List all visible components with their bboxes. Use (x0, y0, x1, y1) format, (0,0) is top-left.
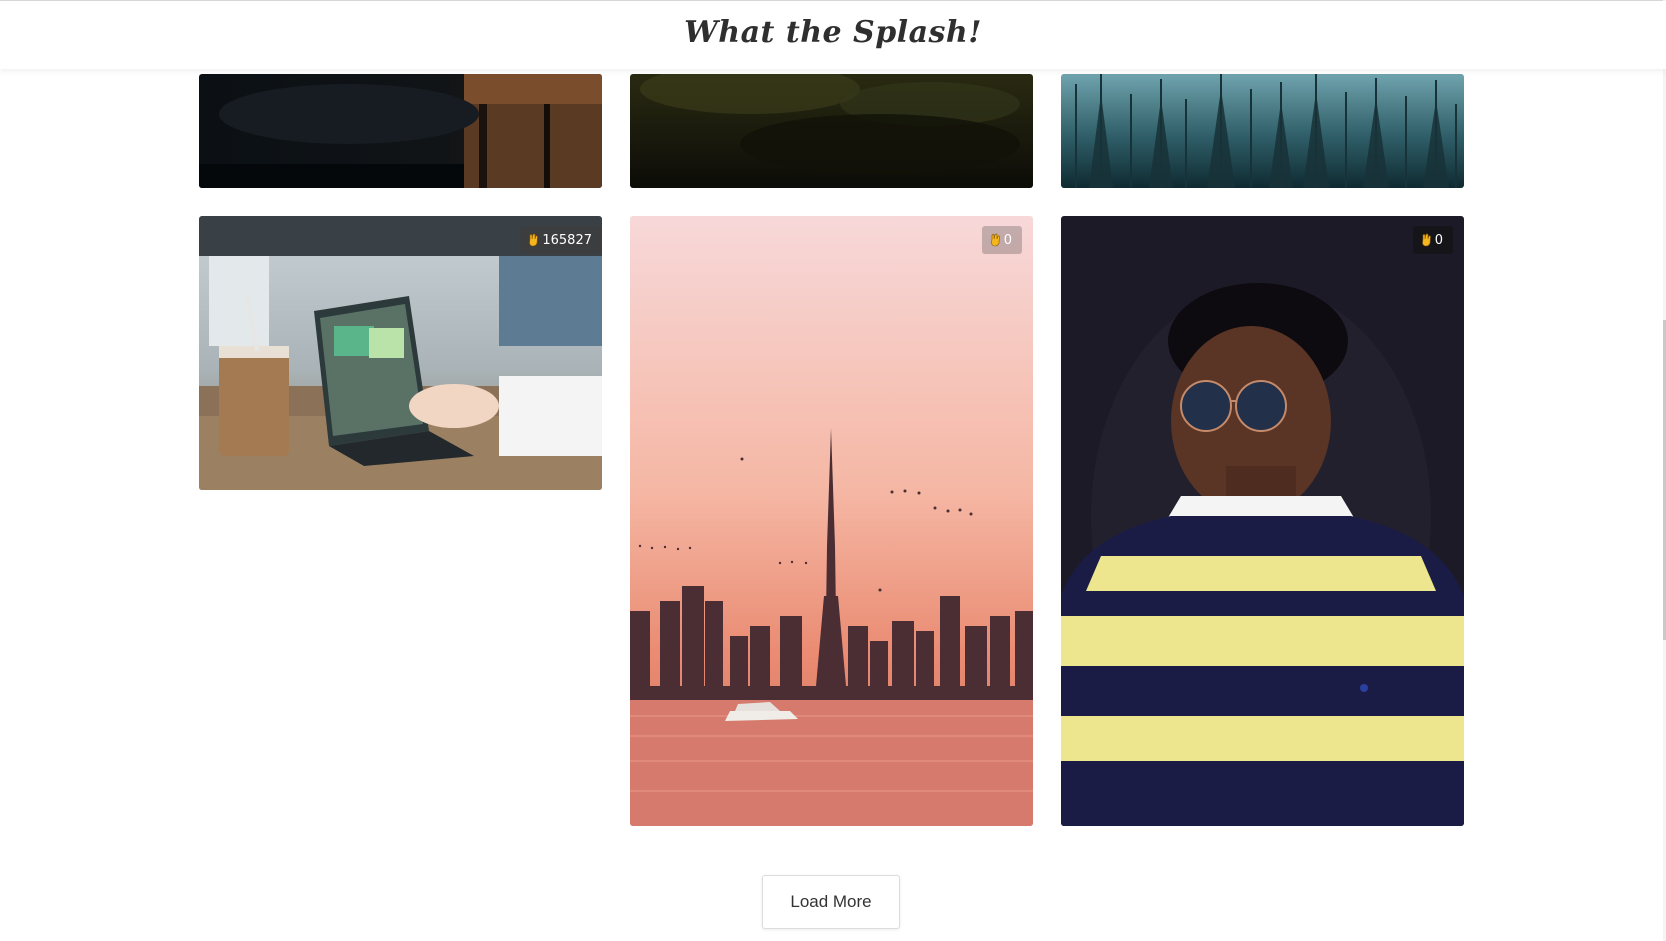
photo-card-laptop[interactable]: 165827 (199, 216, 602, 490)
photo-card-forest-dark[interactable] (630, 74, 1033, 188)
photo-misty-forest-image (1061, 74, 1464, 188)
like-hand-icon (529, 233, 539, 247)
site-header: What the Splash! (0, 1, 1666, 69)
photo-card-misty-forest[interactable] (1061, 74, 1464, 188)
photo-forest-dark-image (630, 74, 1033, 188)
like-count: 165827 (542, 232, 592, 248)
like-badge[interactable]: 165827 (520, 226, 602, 254)
load-more-button[interactable]: Load More (762, 875, 900, 929)
photo-card-portrait[interactable]: 0 (1061, 216, 1464, 826)
like-hand-icon (1421, 233, 1431, 247)
photo-card-city-sunset[interactable]: 0 (630, 216, 1033, 826)
photo-portrait-image (1061, 216, 1464, 826)
like-hand-icon (990, 233, 1000, 247)
like-badge[interactable]: 0 (981, 226, 1022, 254)
like-count: 0 (1003, 232, 1012, 248)
like-count: 0 (1434, 232, 1443, 248)
site-title[interactable]: What the Splash! (684, 15, 982, 50)
photo-laptop-image (199, 216, 602, 490)
photo-card-cafe-dark[interactable] (199, 74, 602, 188)
like-badge[interactable]: 0 (1412, 226, 1453, 254)
photo-cafe-dark-image (199, 74, 602, 188)
photo-city-sunset-image (630, 216, 1033, 826)
